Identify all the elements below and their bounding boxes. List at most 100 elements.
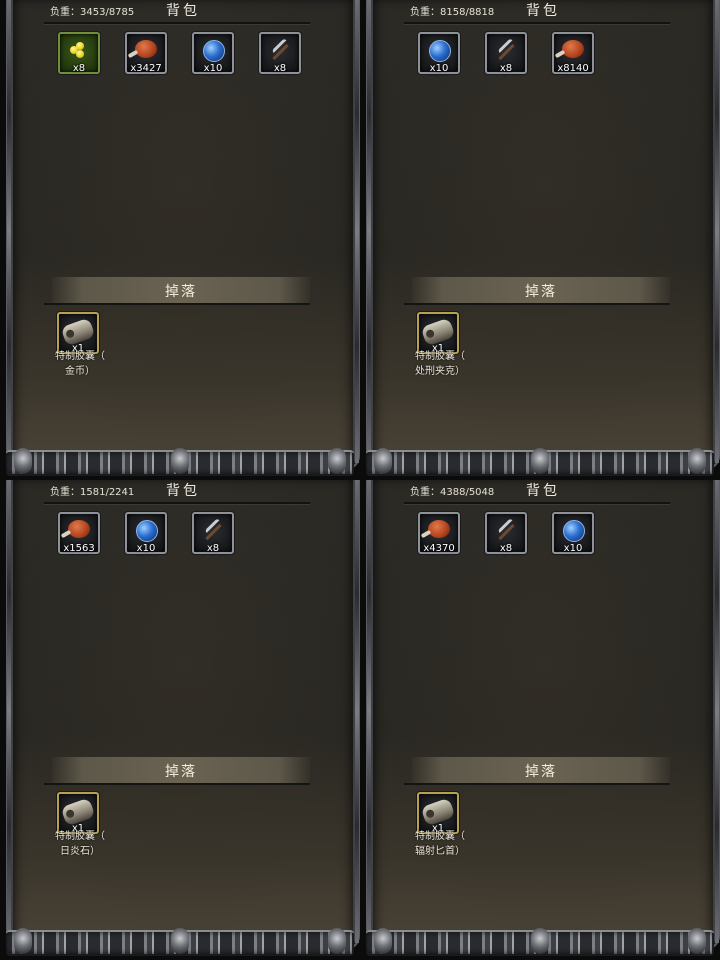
drop-item[interactable]: x1	[56, 792, 100, 834]
drop-item[interactable]: x1	[416, 312, 460, 354]
frame-ornament	[366, 448, 714, 476]
divider	[404, 502, 670, 504]
bag-item-food[interactable]: x1563 食物	[57, 512, 101, 557]
item-slot[interactable]: x8	[192, 512, 234, 554]
divider	[44, 22, 310, 24]
item-slot[interactable]: x10	[418, 32, 460, 74]
bag-item-lens[interactable]: x10 透镜	[551, 512, 595, 557]
drop-name-line-2: 日炎石）	[60, 846, 100, 857]
bag-item-lens[interactable]: x10 透镜	[417, 32, 461, 77]
item-slot[interactable]: x10	[192, 32, 234, 74]
drop-name-line-1: 特制胶囊（	[415, 351, 465, 362]
loot-panel-1: 负重：3453/8785 背包 x8 大金块 x3427 食物 x10 透镜 x…	[0, 0, 360, 480]
drop-name-line-1: 特制胶囊（	[415, 831, 465, 842]
item-slot[interactable]: x8	[485, 32, 527, 74]
lens-icon	[203, 40, 225, 62]
loot-panel-2: 负重：8158/8818 背包 x10 透镜 x8 十字镐 x8140 食物 掉…	[360, 0, 720, 480]
weight-label: 负重：4388/5048	[410, 487, 495, 498]
bag-title: 背包	[166, 483, 200, 499]
item-slot[interactable]: x1563	[58, 512, 100, 554]
item-slot[interactable]: x10	[125, 512, 167, 554]
drop-title: 掉落	[165, 284, 197, 300]
item-slot[interactable]: x8	[58, 32, 100, 74]
food-icon	[135, 40, 157, 58]
item-slot[interactable]: x8	[485, 512, 527, 554]
item-count: x10	[136, 543, 156, 554]
weight-label: 负重：8158/8818	[410, 7, 495, 18]
divider	[404, 22, 670, 24]
item-count: x8	[499, 63, 513, 74]
drop-name-line-2: 金币）	[65, 366, 95, 377]
bag-item-food[interactable]: x3427 食物	[124, 32, 168, 77]
item-count: x10	[203, 63, 223, 74]
drop-item-name: 特制胶囊（ 处刑夹克）	[410, 349, 470, 379]
drop-name-line-1: 特制胶囊（	[55, 351, 105, 362]
item-slot[interactable]: x1	[417, 792, 459, 834]
gold-nugget-icon	[70, 42, 86, 58]
drop-title: 掉落	[525, 764, 557, 780]
item-count: x10	[429, 63, 449, 74]
drop-item-name: 特制胶囊（ 金币）	[50, 349, 110, 379]
food-icon	[562, 40, 584, 58]
lens-icon	[136, 520, 158, 542]
food-icon	[428, 520, 450, 538]
bag-item-gold[interactable]: x8 大金块	[57, 32, 101, 77]
item-count: x3427	[130, 63, 162, 74]
drop-title: 掉落	[165, 764, 197, 780]
bag-item-pickaxe[interactable]: x8 十字镐	[484, 32, 528, 77]
pickaxe-icon	[495, 40, 517, 62]
item-slot[interactable]: x8140	[552, 32, 594, 74]
item-count: x8	[72, 63, 86, 74]
item-slot[interactable]: x1	[57, 792, 99, 834]
item-count: x10	[563, 543, 583, 554]
divider	[404, 303, 670, 305]
item-slot[interactable]: x1	[57, 312, 99, 354]
item-slot[interactable]: x1	[417, 312, 459, 354]
frame-ornament	[6, 448, 354, 476]
drop-item[interactable]: x1	[56, 312, 100, 354]
bag-item-food[interactable]: x8140 食物	[551, 32, 595, 77]
drop-header: 掉落	[52, 277, 310, 303]
bag-item-pickaxe[interactable]: x8 十字镐	[191, 512, 235, 557]
drop-header: 掉落	[52, 757, 310, 783]
food-icon	[68, 520, 90, 538]
item-slot[interactable]: x3427	[125, 32, 167, 74]
item-count: x4370	[423, 543, 455, 554]
drop-header: 掉落	[412, 277, 670, 303]
bag-item-pickaxe[interactable]: x8 十字镐	[258, 32, 302, 77]
weight-label: 负重：1581/2241	[50, 487, 135, 498]
bag-title: 背包	[526, 483, 560, 499]
drop-header: 掉落	[412, 757, 670, 783]
pickaxe-icon	[495, 520, 517, 542]
bag-item-food[interactable]: x4370 食物	[417, 512, 461, 557]
drop-item-name: 特制胶囊（ 辐射匕首）	[410, 829, 470, 859]
weight-label: 负重：3453/8785	[50, 7, 135, 18]
bag-item-lens[interactable]: x10 透镜	[124, 512, 168, 557]
item-count: x8	[273, 63, 287, 74]
loot-panel-4: 负重：4388/5048 背包 x4370 食物 x8 十字镐 x10 透镜 掉…	[360, 480, 720, 960]
drop-name-line-1: 特制胶囊（	[55, 831, 105, 842]
pickaxe-icon	[269, 40, 291, 62]
drop-item[interactable]: x1	[416, 792, 460, 834]
item-count: x8	[206, 543, 220, 554]
lens-icon	[429, 40, 451, 62]
drop-name-line-2: 处刑夹克）	[415, 366, 465, 377]
drop-title: 掉落	[525, 284, 557, 300]
divider	[44, 502, 310, 504]
drop-item-name: 特制胶囊（ 日炎石）	[50, 829, 110, 859]
item-slot[interactable]: x10	[552, 512, 594, 554]
pickaxe-icon	[202, 520, 224, 542]
bag-item-pickaxe[interactable]: x8 十字镐	[484, 512, 528, 557]
divider	[44, 783, 310, 785]
item-count: x1563	[63, 543, 95, 554]
bag-item-lens[interactable]: x10 透镜	[191, 32, 235, 77]
frame-ornament	[6, 928, 354, 956]
bag-title: 背包	[166, 3, 200, 19]
item-slot[interactable]: x4370	[418, 512, 460, 554]
divider	[404, 783, 670, 785]
lens-icon	[563, 520, 585, 542]
divider	[44, 303, 310, 305]
item-count: x8140	[557, 63, 589, 74]
item-slot[interactable]: x8	[259, 32, 301, 74]
frame-ornament	[366, 928, 714, 956]
